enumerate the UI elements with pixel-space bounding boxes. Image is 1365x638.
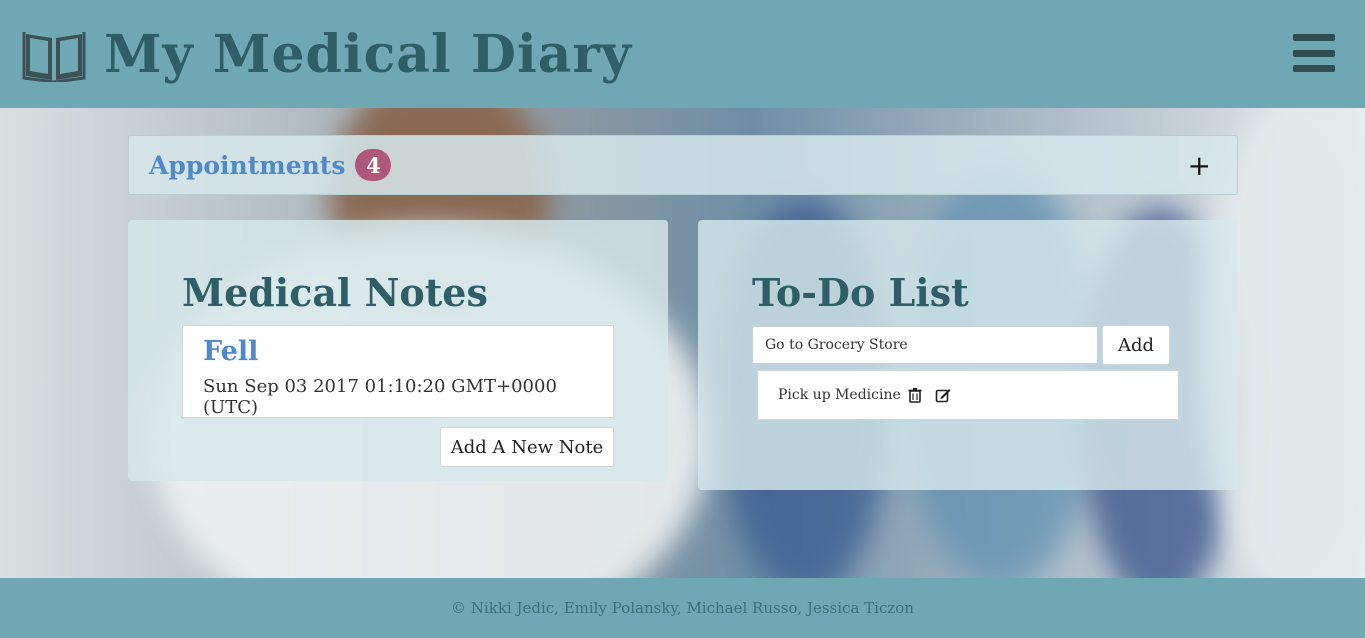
appointments-panel-header[interactable]: Appointments 4 +	[128, 135, 1238, 195]
footer: © Nikki Jedic, Emily Polansky, Michael R…	[0, 578, 1365, 638]
todo-item-label: Pick up Medicine	[778, 387, 901, 403]
todo-input[interactable]	[752, 326, 1098, 364]
hamburger-menu-icon[interactable]	[1293, 34, 1335, 72]
add-todo-button[interactable]: Add	[1102, 325, 1170, 365]
todo-item: Pick up Medicine	[757, 370, 1179, 420]
todo-list-panel: To-Do List Add Pick up Medicine	[698, 220, 1238, 490]
note-date: Sun Sep 03 2017 01:10:20 GMT+0000 (UTC)	[203, 376, 557, 418]
medical-notes-panel: Medical Notes Fell Sun Sep 03 2017 01:10…	[128, 220, 668, 481]
footer-credits: © Nikki Jedic, Emily Polansky, Michael R…	[451, 599, 914, 617]
open-book-icon	[22, 32, 86, 82]
trash-icon[interactable]	[907, 387, 923, 403]
top-navbar: My Medical Diary	[0, 0, 1365, 108]
todo-list-heading: To-Do List	[752, 270, 969, 315]
note-title[interactable]: Fell	[203, 336, 258, 367]
edit-icon[interactable]	[935, 387, 951, 403]
appointments-label[interactable]: Appointments	[149, 151, 345, 180]
brand[interactable]: My Medical Diary	[22, 24, 632, 85]
medical-notes-heading: Medical Notes	[182, 270, 488, 315]
expand-plus-icon[interactable]: +	[1188, 149, 1211, 182]
appointments-count-badge: 4	[355, 149, 392, 181]
app-title: My Medical Diary	[104, 23, 633, 85]
add-new-note-button[interactable]: Add A New Note	[440, 427, 614, 467]
note-card[interactable]: Fell Sun Sep 03 2017 01:10:20 GMT+0000 (…	[182, 325, 614, 418]
